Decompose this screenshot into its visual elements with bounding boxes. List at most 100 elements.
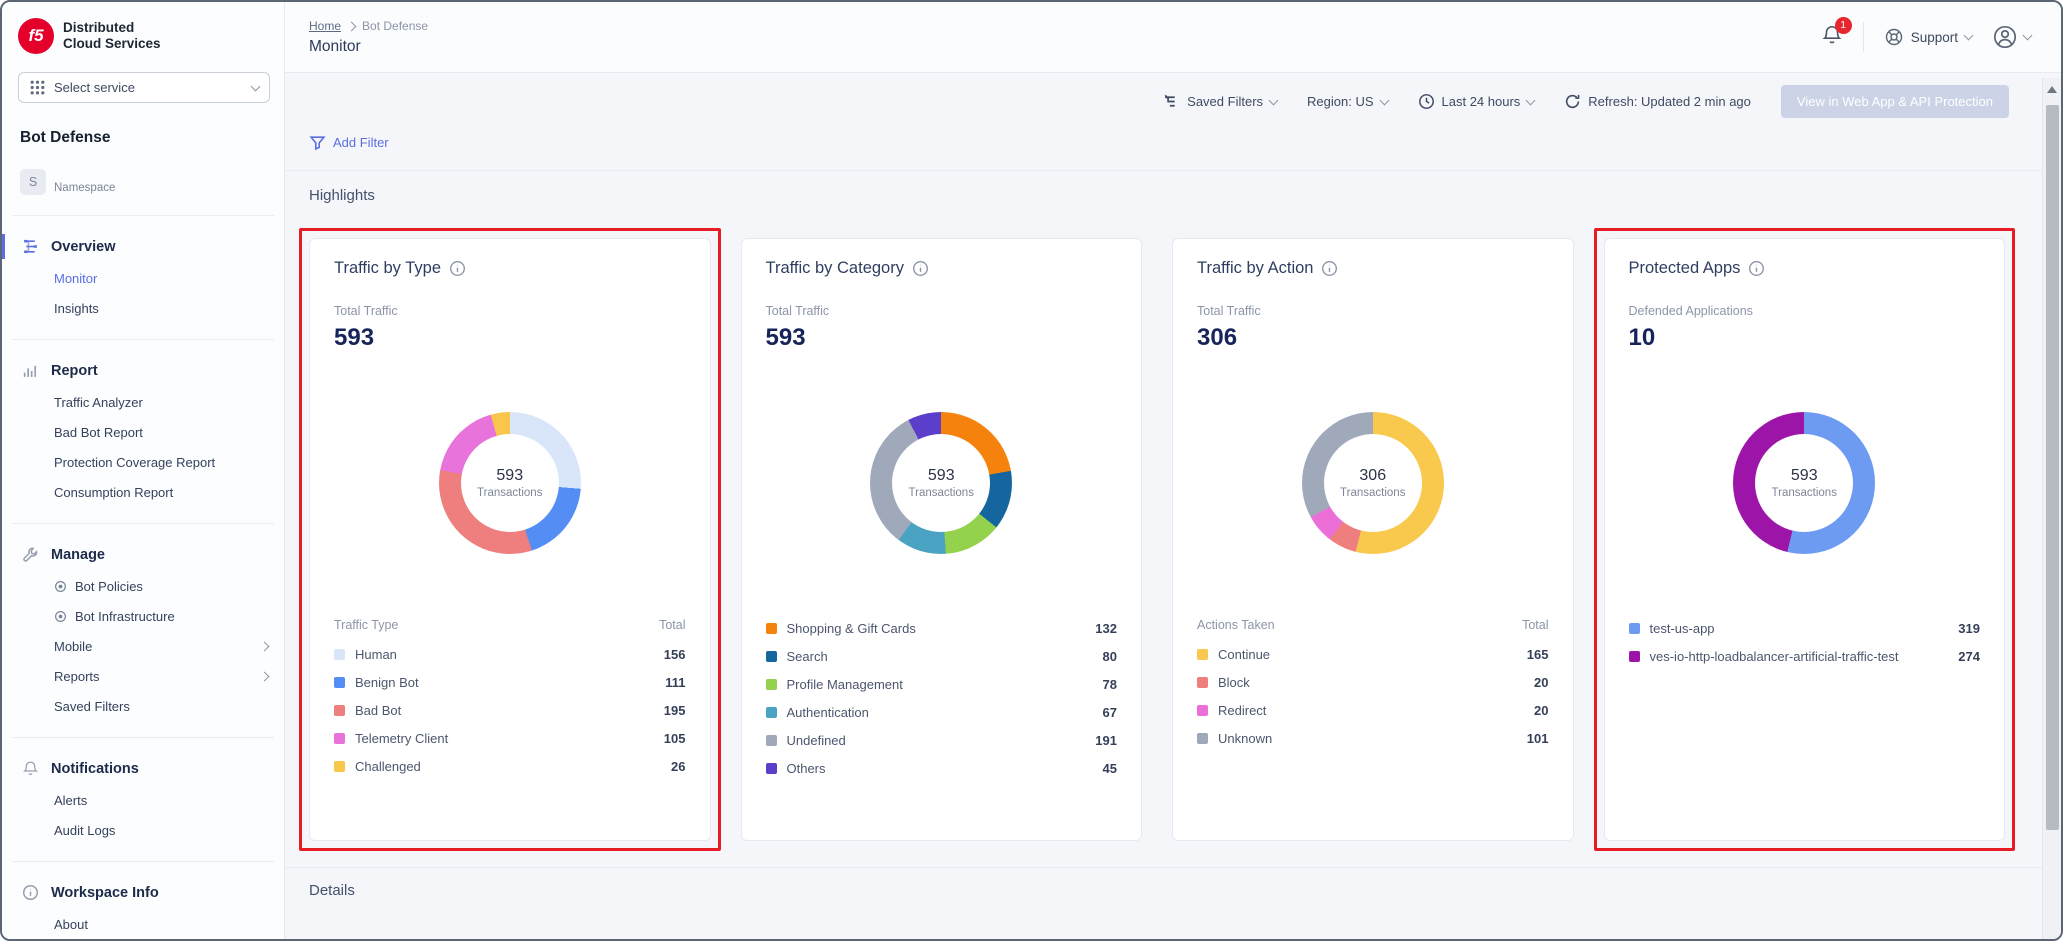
- scroll-up-icon[interactable]: [2047, 86, 2057, 93]
- legend-label: Redirect: [1218, 703, 1524, 718]
- legend-item[interactable]: ves-io-http-loadbalancer-artificial-traf…: [1629, 642, 1981, 670]
- scrollbar-thumb[interactable]: [2046, 105, 2059, 830]
- sidebar-item-alerts[interactable]: Alerts: [2, 785, 284, 815]
- legend-swatch: [334, 705, 345, 716]
- legend-item[interactable]: Shopping & Gift Cards132: [766, 614, 1118, 642]
- legend-swatch: [1629, 651, 1640, 662]
- support-menu[interactable]: Support: [1884, 27, 1972, 47]
- sidebar-section-workspace-info[interactable]: Workspace Info: [2, 876, 284, 909]
- sidebar-item-consumption-report[interactable]: Consumption Report: [2, 477, 284, 507]
- sidebar-item-monitor[interactable]: Monitor: [2, 263, 284, 293]
- legend-label: Benign Bot: [355, 675, 655, 690]
- time-range-dropdown[interactable]: Last 24 hours: [1418, 93, 1535, 110]
- legend-item[interactable]: Benign Bot 111: [334, 668, 686, 696]
- legend-label: test-us-app: [1650, 621, 1949, 636]
- sidebar-item-traffic-analyzer[interactable]: Traffic Analyzer: [2, 387, 284, 417]
- legend-header: Traffic TypeTotal: [334, 614, 686, 640]
- legend-label: Undefined: [787, 733, 1086, 748]
- legend-item[interactable]: Telemetry Client105: [334, 724, 686, 752]
- sidebar-item-audit-logs[interactable]: Audit Logs: [2, 815, 284, 845]
- sidebar-item-saved-filters[interactable]: Saved Filters: [2, 691, 284, 721]
- app-window: f5 Distributed Cloud Services Select ser…: [0, 0, 2063, 941]
- sidebar-item-mobile[interactable]: Mobile: [2, 631, 284, 661]
- legend-label: Profile Management: [787, 677, 1093, 692]
- sidebar-item-bot-infrastructure[interactable]: Bot Infrastructure: [2, 601, 284, 631]
- region-dropdown[interactable]: Region: US: [1307, 94, 1387, 109]
- legend-item[interactable]: Block20: [1197, 668, 1549, 696]
- chart-legend: Actions TakenTotalContinue165Block20Redi…: [1197, 614, 1549, 822]
- vertical-scrollbar[interactable]: [2042, 78, 2061, 939]
- legend-swatch: [1197, 705, 1208, 716]
- sidebar-item-bot-policies[interactable]: Bot Policies: [2, 571, 284, 601]
- legend-value: 20: [1534, 675, 1548, 690]
- view-in-waap-button[interactable]: View in Web App & API Protection: [1781, 85, 2009, 118]
- sidebar-section-report[interactable]: Report: [2, 354, 284, 387]
- namespace-selector[interactable]: S Namespace: [2, 147, 284, 209]
- legend-item[interactable]: Authentication67: [766, 698, 1118, 726]
- legend-item[interactable]: Unknown101: [1197, 724, 1549, 752]
- divider: [12, 523, 274, 524]
- sidebar-section-overview[interactable]: Overview: [2, 230, 284, 263]
- legend-value: 105: [664, 731, 686, 746]
- chart-legend: Shopping & Gift Cards132Search80Profile …: [766, 614, 1118, 822]
- filter-lines-icon: [1163, 93, 1180, 110]
- legend-value: 111: [665, 675, 685, 690]
- donut-chart[interactable]: 593 Transactions: [870, 412, 1012, 554]
- nav-group-workspace-info: Workspace InfoAbout: [2, 868, 284, 941]
- info-icon[interactable]: [912, 260, 929, 277]
- refresh-button[interactable]: Refresh: Updated 2 min ago: [1564, 93, 1751, 110]
- account-menu[interactable]: [1992, 24, 2031, 50]
- service-selector[interactable]: Select service: [18, 72, 270, 103]
- breadcrumb: Home Bot Defense: [309, 19, 1821, 33]
- page-header: Home Bot Defense Monitor 1: [285, 2, 2061, 73]
- stat-label: Total Traffic: [1197, 304, 1549, 318]
- legend-item[interactable]: Redirect20: [1197, 696, 1549, 724]
- legend-value: 101: [1527, 731, 1549, 746]
- legend-value: 319: [1958, 621, 1980, 636]
- funnel-icon: [309, 134, 326, 151]
- legend-item[interactable]: Undefined 191: [766, 726, 1118, 754]
- breadcrumb-home-link[interactable]: Home: [309, 19, 341, 33]
- sidebar-item-protection-coverage-report[interactable]: Protection Coverage Report: [2, 447, 284, 477]
- legend-label: Bad Bot: [355, 703, 654, 718]
- chevron-down-icon: [2023, 31, 2033, 41]
- info-icon[interactable]: [1748, 260, 1765, 277]
- add-filter-button[interactable]: Add Filter: [309, 134, 389, 151]
- legend-value: 132: [1095, 621, 1117, 636]
- card-title: Traffic by Action: [1197, 259, 1313, 278]
- sidebar-item-insights[interactable]: Insights: [2, 293, 284, 323]
- donut-chart[interactable]: 306 Transactions: [1302, 412, 1444, 554]
- sidebar-item-bad-bot-report[interactable]: Bad Bot Report: [2, 417, 284, 447]
- info-icon[interactable]: [449, 260, 466, 277]
- chevron-right-icon: [260, 641, 270, 651]
- legend-swatch: [1197, 733, 1208, 744]
- legend-item[interactable]: Bad Bot195: [334, 696, 686, 724]
- stat-label: Total Traffic: [766, 304, 1118, 318]
- sidebar-section-manage[interactable]: Manage: [2, 538, 284, 571]
- legend-item[interactable]: Challenged26: [334, 752, 686, 780]
- legend-item[interactable]: test-us-app 319: [1629, 614, 1981, 642]
- highlight-box: Traffic by Category Total Traffic 593 59…: [731, 228, 1153, 851]
- saved-filters-dropdown[interactable]: Saved Filters: [1163, 93, 1277, 110]
- sidebar-item-about[interactable]: About: [2, 909, 284, 939]
- notifications-button[interactable]: 1: [1821, 24, 1843, 51]
- legend-swatch: [334, 761, 345, 772]
- sidebar-item-reports[interactable]: Reports: [2, 661, 284, 691]
- stat-value: 593: [334, 324, 686, 352]
- info-icon[interactable]: [1321, 260, 1338, 277]
- donut-chart[interactable]: 593 Transactions: [1733, 412, 1875, 554]
- traffic-by-action-card: Traffic by Action Total Traffic 306 306 …: [1172, 238, 1574, 841]
- legend-item[interactable]: Continue165: [1197, 640, 1549, 668]
- sidebar-section-notifications[interactable]: Notifications: [2, 752, 284, 785]
- legend-value: 26: [671, 759, 685, 774]
- legend-value: 191: [1095, 733, 1117, 748]
- legend-item[interactable]: Human156: [334, 640, 686, 668]
- donut-chart[interactable]: 593 Transactions: [439, 412, 581, 554]
- main-area: Home Bot Defense Monitor 1: [285, 2, 2061, 939]
- legend-item[interactable]: Others45: [766, 754, 1118, 782]
- chart-legend: Traffic TypeTotalHuman156 Benign Bot 111 Ba…: [334, 614, 686, 822]
- card-title: Protected Apps: [1629, 259, 1741, 278]
- legend-header: Actions TakenTotal: [1197, 614, 1549, 640]
- legend-item[interactable]: Profile Management78: [766, 670, 1118, 698]
- legend-item[interactable]: Search80: [766, 642, 1118, 670]
